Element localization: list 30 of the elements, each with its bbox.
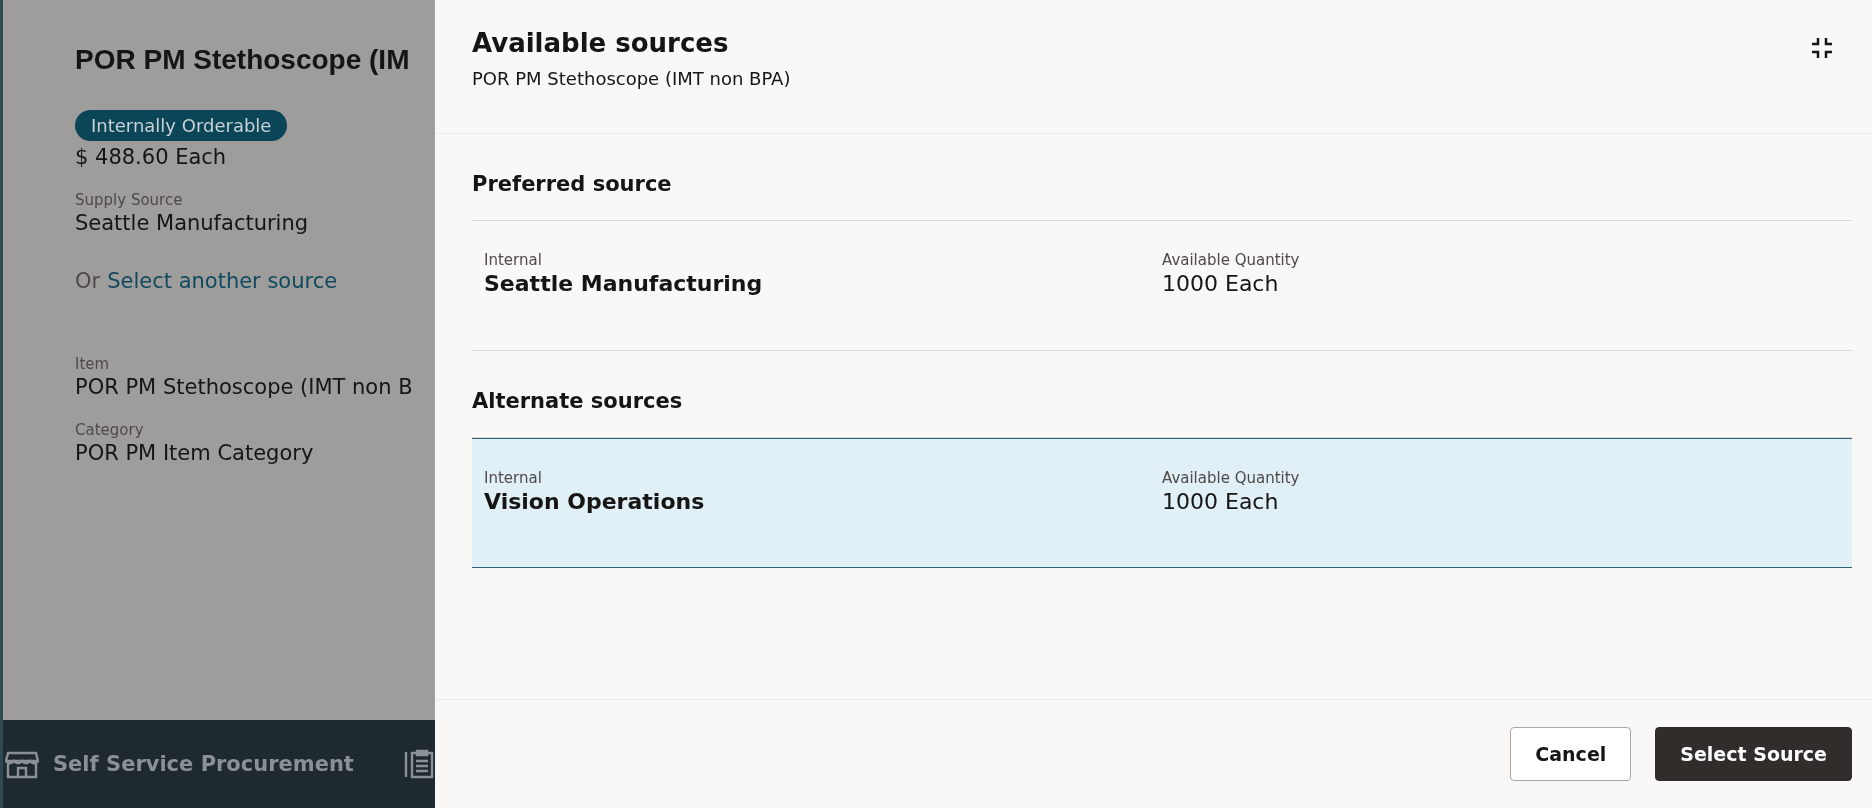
field-value: POR PM Stethoscope (IMT non B xyxy=(75,375,414,399)
source-type: Internal xyxy=(484,251,543,269)
drawer-title: Available sources xyxy=(472,28,730,58)
field-label: Supply Source xyxy=(75,191,184,209)
field-label: Item xyxy=(75,355,111,373)
source-row[interactable]: Internal Vision Operations Available Quantity 1000 Each xyxy=(472,438,1852,568)
section-heading: Preferred source xyxy=(472,134,1852,221)
item-price: $ 488.60 Each xyxy=(75,145,228,169)
field-value: POR PM Item Category xyxy=(75,441,315,465)
source-name: Seattle Manufacturing xyxy=(484,271,764,296)
quantity-value: 1000 Each xyxy=(1162,489,1280,514)
source-row[interactable]: Internal Seattle Manufacturing Available Quantity 1000 Each xyxy=(472,221,1852,351)
cancel-button[interactable]: Cancel xyxy=(1510,727,1632,781)
select-source-button[interactable]: Select Source xyxy=(1655,727,1852,781)
select-source-link[interactable]: Select another source xyxy=(107,269,338,293)
quantity-value: 1000 Each xyxy=(1162,271,1280,296)
field-label: Category xyxy=(75,421,145,439)
drawer-subtitle: POR PM Stethoscope (IMT non BPA) xyxy=(472,68,791,89)
field-value: Seattle Manufacturing xyxy=(75,211,310,235)
item-title: POR PM Stethoscope (IM xyxy=(75,44,411,76)
status-badge: Internally Orderable xyxy=(75,110,288,141)
collapse-icon[interactable] xyxy=(1810,36,1834,60)
quantity-label: Available Quantity xyxy=(1162,469,1301,487)
quantity-label: Available Quantity xyxy=(1162,251,1301,269)
source-type: Internal xyxy=(484,469,543,487)
clipboard-icon[interactable] xyxy=(403,749,436,779)
source-name: Vision Operations xyxy=(484,489,706,514)
store-icon[interactable] xyxy=(5,749,39,779)
prompt-text: Or xyxy=(75,269,101,293)
nav-label[interactable]: Self Service Procurement xyxy=(53,752,354,776)
